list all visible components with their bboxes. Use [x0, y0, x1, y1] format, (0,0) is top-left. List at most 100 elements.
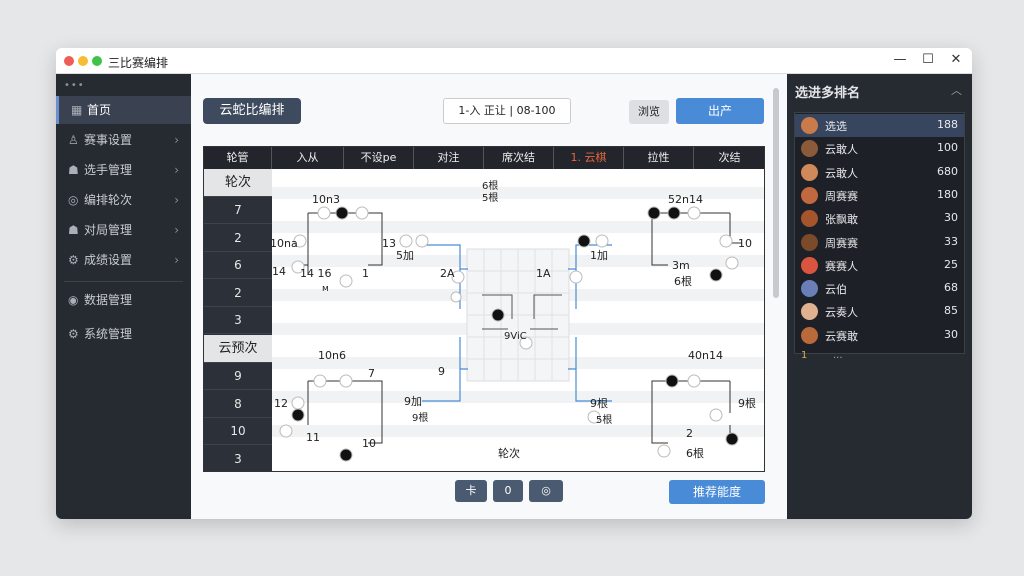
board-header-cell[interactable]: 次结 — [694, 147, 764, 169]
player-score: 680 — [937, 164, 958, 178]
round-group-label[interactable]: 轮次 — [204, 169, 272, 197]
white-stone — [355, 206, 369, 220]
main-panel: 云蛇比编排 1-入 正让 | 08-100 浏览 出产 轮管 入从 不设pe 对注 席次… — [191, 74, 787, 519]
black-stone — [339, 448, 353, 462]
player-row[interactable]: 云伯 68 — [795, 277, 964, 300]
center-top-label: 6根 — [482, 179, 498, 192]
bl-bottom-label: 11 — [306, 431, 320, 444]
white-stone — [313, 374, 327, 388]
board-header-cell[interactable]: 不设pe — [344, 147, 414, 169]
player-name: 云敢人 — [825, 166, 858, 180]
player-name: 张飘敢 — [825, 213, 858, 227]
board-scrollbar[interactable] — [771, 74, 781, 519]
scrollbar-thumb[interactable] — [773, 88, 779, 298]
board-header-cell[interactable]: 对注 — [414, 147, 484, 169]
data-icon: ◉ — [68, 293, 79, 307]
player-row[interactable]: 周赛赛 33 — [795, 231, 964, 254]
align-button[interactable]: 卡 — [455, 480, 487, 502]
minimize-icon[interactable]: — — [890, 52, 910, 67]
round-column: 轮次 7 2 6 2 3 云预次 9 8 10 3 — [204, 169, 272, 471]
white-stone — [569, 270, 583, 284]
round-number-cell[interactable]: 8 — [204, 391, 272, 418]
white-stone — [399, 234, 413, 248]
sidebar-item-3[interactable]: ◎ 编排轮次 › — [56, 186, 191, 214]
sidebar: ••• ▦ 首页 ♙ 赛事设置 › ☗ 选手管理 › ◎ 编排轮次 › ☗ 对局管理 › ⚙ 成绩设置 › ◉ 数据… — [56, 74, 191, 519]
player-row[interactable]: 周赛赛 180 — [795, 184, 964, 207]
sidebar-item-label: 选手管理 — [84, 163, 133, 177]
round-number-cell[interactable]: 2 — [204, 225, 272, 252]
player-score: 68 — [944, 281, 958, 295]
close-dot[interactable] — [64, 56, 74, 66]
sidebar-item-5[interactable]: ⚙ 成绩设置 › — [56, 246, 191, 274]
chevron-right-icon: › — [174, 223, 179, 237]
ranking-list: 选选 188 云敢人 100 云敢人 680 周赛赛 180 张飘敢 30 周赛赛 33 赛赛人 25 云伯… — [794, 112, 965, 354]
minimize-dot[interactable] — [78, 56, 88, 66]
player-name: 周赛赛 — [825, 236, 858, 250]
tl-sub-label: 5加 — [396, 249, 414, 262]
sidebar-item-2[interactable]: ☗ 选手管理 › — [56, 156, 191, 184]
avatar — [801, 303, 818, 321]
chevron-right-icon: › — [174, 133, 179, 147]
white-stone — [339, 374, 353, 388]
chevron-up-icon[interactable]: ︿ — [951, 82, 962, 98]
tr-right-label: 10 — [738, 237, 752, 250]
chevron-right-icon: › — [174, 163, 179, 177]
white-stone — [687, 206, 701, 220]
player-row[interactable]: 赛赛人 25 — [795, 254, 964, 277]
sidebar-item-0[interactable]: ▦ 首页 — [56, 96, 191, 124]
board-header-cell[interactable]: 轮管 — [204, 147, 272, 169]
round-number-cell[interactable]: 10 — [204, 418, 272, 446]
tr-top-label: 52n14 — [668, 193, 703, 206]
board-header: 轮管 入从 不设pe 对注 席次结 1. 云棋 拉性 次结 — [204, 147, 764, 169]
board-header-cell[interactable]: 入从 — [272, 147, 344, 169]
player-name: 云伯 — [825, 283, 847, 297]
maximize-icon[interactable]: ☐ — [918, 52, 938, 67]
sidebar-item-label: 赛事设置 — [84, 133, 133, 147]
round-number-cell[interactable]: 9 — [204, 363, 272, 390]
recommend-button[interactable]: 推荐能度 — [669, 480, 765, 504]
schedule-title-button[interactable]: 云蛇比编排 — [203, 98, 301, 124]
tr-left-label: 1加 — [590, 249, 608, 262]
ranking-panel: 选进多排名 ︿ 选选 188 云敢人 100 云敢人 680 周赛赛 180 张飘敢 30 周赛赛 3… — [787, 74, 972, 519]
browse-button[interactable]: 浏览 — [629, 100, 669, 124]
bl-mid-label: 7 — [368, 367, 375, 380]
player-row[interactable]: 云敢人 100 — [795, 137, 964, 160]
board-header-cell[interactable]: 拉性 — [624, 147, 694, 169]
sidebar-item-6[interactable]: ◉ 数据管理 — [56, 286, 191, 314]
board-header-cell[interactable]: 席次结 — [484, 147, 554, 169]
shield-icon: ◎ — [68, 193, 79, 207]
round-number-cell[interactable]: 3 — [204, 446, 272, 471]
black-stone — [491, 308, 505, 322]
bl-left-label: 12 — [274, 397, 288, 410]
player-row[interactable]: 选选 188 — [795, 114, 964, 137]
round-number-cell[interactable]: 7 — [204, 197, 272, 224]
sidebar-item-4[interactable]: ☗ 对局管理 › — [56, 216, 191, 244]
round-number-cell[interactable]: 2 — [204, 280, 272, 307]
board-header-cell[interactable]: 1. 云棋 — [554, 147, 624, 169]
zoom-dot[interactable] — [92, 56, 102, 66]
export-button[interactable]: 出产 — [676, 98, 764, 124]
tr-bottom2-label: 6根 — [674, 274, 692, 288]
users-icon: ☗ — [68, 163, 79, 177]
player-row[interactable]: 云赛敢 30 — [795, 324, 964, 347]
stone-button[interactable]: 0 — [493, 480, 523, 502]
round-info-box[interactable]: 1-入 正让 | 08-100 — [443, 98, 571, 124]
br-bottom-label: 2 — [686, 427, 693, 440]
close-icon[interactable]: ✕ — [946, 52, 966, 67]
player-row[interactable]: 云奏人 85 — [795, 300, 964, 323]
ranking-foot-text: ... — [833, 350, 843, 361]
round-number-cell[interactable]: 3 — [204, 307, 272, 335]
settings-button[interactable]: ◎ — [529, 480, 563, 502]
center-left9-label: 9 — [438, 365, 445, 378]
player-row[interactable]: 云敢人 680 — [795, 161, 964, 184]
round-number-cell[interactable]: 6 — [204, 252, 272, 280]
trophy-icon: ♙ — [68, 133, 79, 147]
round-group-label[interactable]: 云预次 — [204, 335, 272, 363]
sidebar-item-7[interactable]: ⚙ 系统管理 — [56, 320, 191, 348]
player-row[interactable]: 张飘敢 30 — [795, 207, 964, 230]
player-score: 85 — [944, 304, 958, 318]
sidebar-item-1[interactable]: ♙ 赛事设置 › — [56, 126, 191, 154]
player-name: 赛赛人 — [825, 259, 858, 273]
tl-left-label: 10na — [272, 237, 298, 250]
avatar — [801, 140, 818, 158]
